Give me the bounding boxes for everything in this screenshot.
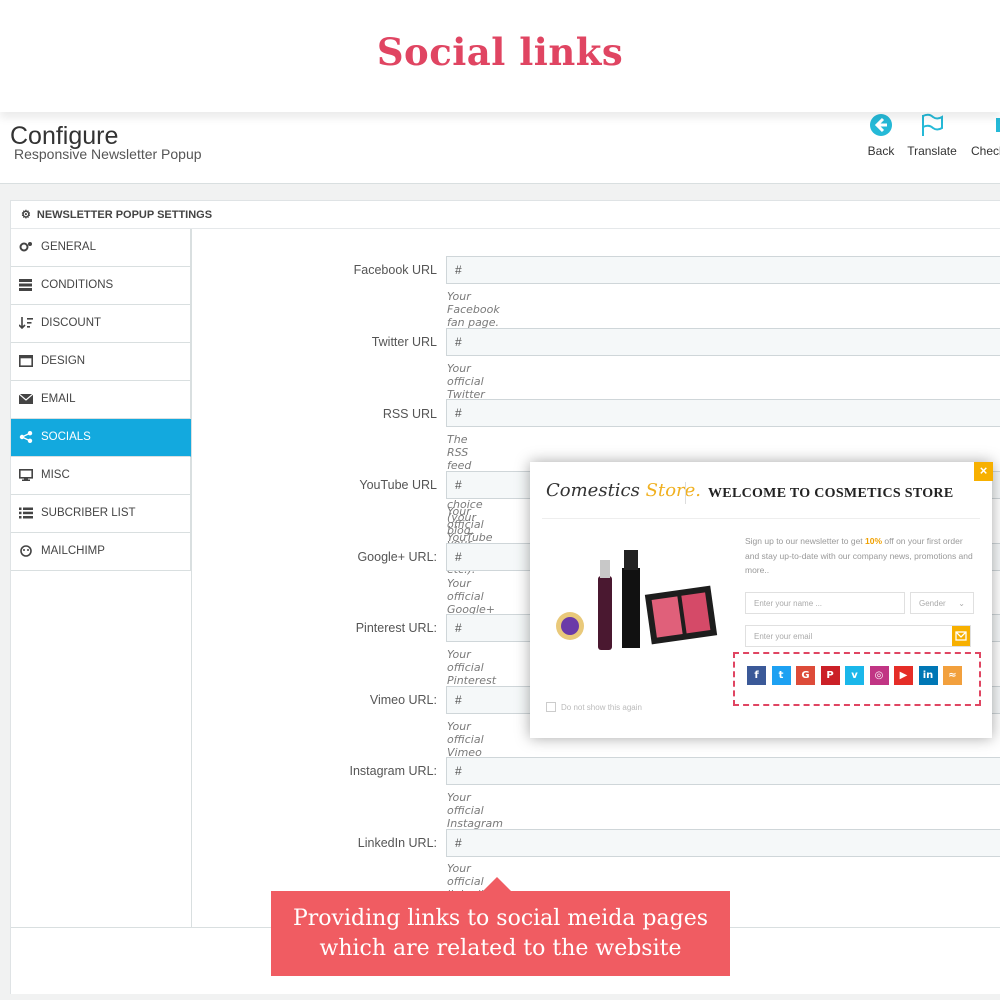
tab-socials[interactable]: SOCIALS <box>11 419 191 457</box>
field-label: Pinterest URL: <box>355 621 437 635</box>
newsletter-popup-preview: × Comestics Store. WELCOME TO COSMETICS … <box>530 462 993 738</box>
cosmetics-product-image <box>556 550 718 650</box>
translate-button[interactable]: Translate <box>906 112 958 158</box>
gear-icon: ⚙ <box>21 209 31 221</box>
tab-discount[interactable]: DISCOUNT <box>11 305 191 343</box>
popup-name-input[interactable]: Enter your name ... <box>745 592 905 614</box>
popup-divider <box>542 518 980 519</box>
tab-label: CONDITIONS <box>41 279 114 291</box>
tab-label: MISC <box>41 469 70 481</box>
field-label: Twitter URL <box>371 335 437 349</box>
popup-separator <box>685 482 686 504</box>
callout-box: Providing links to social meida pages wh… <box>271 877 730 976</box>
social-icons-highlight: f t G P v ◎ ▶ in ≈ <box>733 652 981 706</box>
description-text: Sign up to our newsletter to get <box>745 536 866 546</box>
tab-label: DISCOUNT <box>41 317 102 329</box>
popup-description: Sign up to our newsletter to get 10% off… <box>745 534 977 578</box>
google-plus-icon[interactable]: G <box>796 666 815 685</box>
bottom-strip <box>0 994 1000 1000</box>
field-label: LinkedIn URL: <box>357 836 437 850</box>
popup-subscribe-button[interactable] <box>952 626 970 646</box>
popup-email-input[interactable]: Enter your email <box>745 625 971 647</box>
tab-conditions[interactable]: CONDITIONS <box>11 267 191 305</box>
dont-show-checkbox[interactable] <box>546 702 556 712</box>
banner: Social links <box>0 0 1000 112</box>
tab-label: DESIGN <box>41 355 86 367</box>
field-label: Facebook URL <box>353 263 437 277</box>
popup-logo: Comestics Store. <box>546 480 701 501</box>
instagram-url-input[interactable]: # <box>446 757 1000 785</box>
chimp-icon <box>20 545 32 557</box>
logo-text: Comestics <box>546 480 640 501</box>
tab-general[interactable]: GENERAL <box>11 229 191 267</box>
rss-url-input[interactable]: # <box>446 399 1000 427</box>
tab-design[interactable]: DESIGN <box>11 343 191 381</box>
flag-icon <box>922 113 943 136</box>
field-help: Your Facebook fan page. <box>447 290 500 329</box>
share-icon <box>19 431 33 443</box>
popup-title: WELCOME TO COSMETICS STORE <box>708 486 954 501</box>
logo-text-accent: Store. <box>645 480 702 501</box>
instagram-icon[interactable]: ◎ <box>869 666 889 685</box>
cogs-icon <box>19 242 32 252</box>
tab-label: MAILCHIMP <box>41 545 105 557</box>
page-header: Configure Responsive Newsletter Popup Ba… <box>0 112 1000 184</box>
desktop-icon <box>19 469 33 481</box>
panel-heading: ⚙ NEWSLETTER POPUP SETTINGS <box>11 201 1000 229</box>
panel-heading-label: NEWSLETTER POPUP SETTINGS <box>36 209 213 221</box>
window-icon <box>19 355 33 367</box>
envelope-icon <box>955 631 967 641</box>
tab-mailchimp[interactable]: MAILCHIMP <box>11 533 191 571</box>
back-label: Back <box>867 144 895 158</box>
popup-gender-select[interactable]: Gender ⌄ <box>910 592 974 614</box>
sort-icon <box>19 317 33 329</box>
callout-arrow <box>483 877 511 891</box>
linkedin-icon[interactable]: in <box>918 666 938 685</box>
field-label: Instagram URL: <box>349 764 437 778</box>
settings-tabs: GENERAL CONDITIONS DISCOUNT DESIGN EMAIL… <box>11 229 191 571</box>
tab-misc[interactable]: MISC <box>11 457 191 495</box>
chevron-down-icon: ⌄ <box>958 599 965 608</box>
field-label: Google+ URL: <box>357 550 437 564</box>
rss-icon[interactable]: ≈ <box>943 666 962 685</box>
back-button[interactable]: Back <box>866 112 896 158</box>
banner-title: Social links <box>376 30 624 74</box>
popup-close-button[interactable]: × <box>974 462 993 481</box>
youtube-icon[interactable]: ▶ <box>894 666 913 685</box>
facebook-icon[interactable]: f <box>747 666 766 685</box>
gender-placeholder: Gender <box>919 599 946 608</box>
check-label: Check <box>970 144 1000 158</box>
linkedin-url-input[interactable]: # <box>446 829 1000 857</box>
field-label: RSS URL <box>382 407 437 421</box>
pinterest-icon[interactable]: P <box>820 666 840 685</box>
check-icon <box>996 118 1000 132</box>
tab-email[interactable]: EMAIL <box>11 381 191 419</box>
tab-label: SUBCRIBER LIST <box>41 507 136 519</box>
envelope-icon <box>19 393 33 404</box>
vimeo-icon[interactable]: v <box>845 666 864 685</box>
page-subtitle: Responsive Newsletter Popup <box>14 146 202 162</box>
server-icon <box>19 279 32 291</box>
twitter-url-input[interactable]: # <box>446 328 1000 356</box>
tab-label: GENERAL <box>41 241 96 253</box>
field-label: Vimeo URL: <box>369 693 437 707</box>
tab-label: SOCIALS <box>41 431 91 443</box>
callout-line-1: Providing links to social meida pages <box>292 906 709 931</box>
callout-line-2: which are related to the website <box>319 936 682 961</box>
back-arrow-icon <box>870 114 892 136</box>
facebook-url-input[interactable]: # <box>446 256 1000 284</box>
translate-label: Translate <box>907 144 957 158</box>
tab-subscriber-list[interactable]: SUBCRIBER LIST <box>11 495 191 533</box>
twitter-icon[interactable]: t <box>771 666 791 685</box>
field-label: YouTube URL <box>359 478 437 492</box>
list-icon <box>19 507 33 519</box>
check-button[interactable]: Check <box>968 112 1000 158</box>
discount-highlight: 10% <box>865 536 883 546</box>
tab-label: EMAIL <box>41 393 76 405</box>
tabs-divider <box>191 229 192 927</box>
dont-show-label: Do not show this again <box>561 703 642 712</box>
